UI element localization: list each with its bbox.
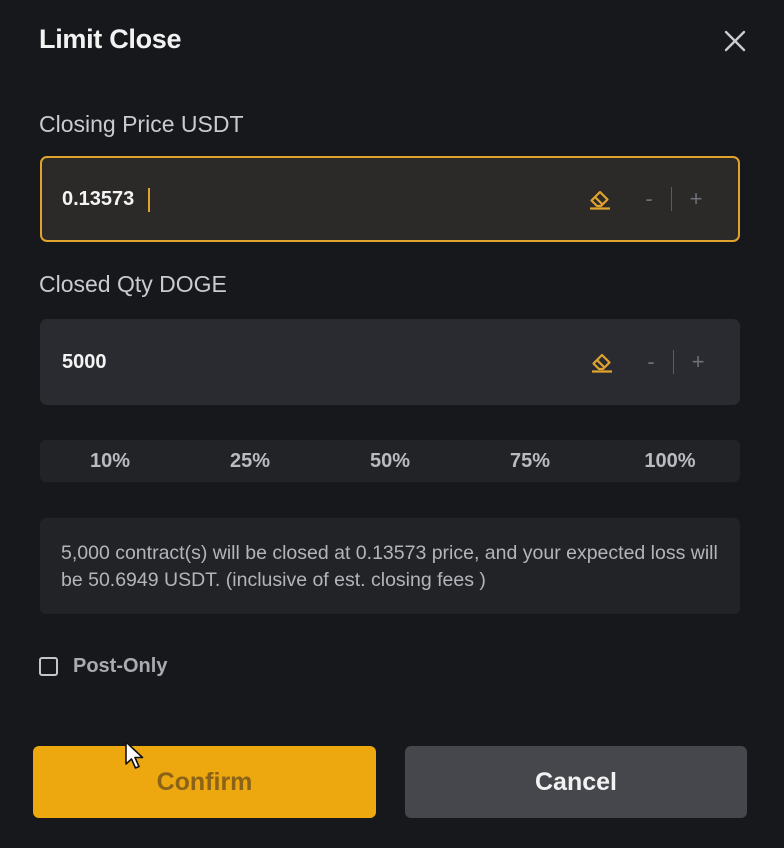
stepper-divider — [671, 187, 672, 211]
stepper-divider — [673, 350, 674, 374]
confirm-button[interactable]: Confirm — [33, 746, 376, 818]
closing-price-label: Closing Price USDT — [39, 111, 244, 137]
closed-qty-input[interactable] — [62, 319, 542, 405]
percentage-selector: 10% 25% 50% 75% 100% — [40, 440, 740, 482]
qty-decrease-button[interactable]: - — [641, 349, 661, 375]
closed-qty-label: Closed Qty DOGE — [39, 271, 227, 297]
qty-clear-button[interactable] — [589, 349, 615, 375]
price-increase-button[interactable]: + — [686, 186, 706, 212]
post-only-label: Post-Only — [73, 655, 168, 677]
closing-price-field: - + — [40, 156, 740, 242]
eraser-icon — [592, 353, 612, 373]
close-button[interactable] — [718, 24, 752, 58]
pct-100-button[interactable]: 100% — [600, 440, 740, 482]
closed-qty-field: - + — [40, 319, 740, 405]
price-clear-button[interactable] — [587, 186, 613, 212]
mouse-pointer-icon — [125, 741, 144, 769]
eraser-icon — [590, 190, 610, 210]
close-summary-info: 5,000 contract(s) will be closed at 0.13… — [40, 518, 740, 614]
text-caret — [148, 188, 150, 212]
qty-increase-button[interactable]: + — [688, 349, 708, 375]
pct-10-button[interactable]: 10% — [40, 440, 180, 482]
post-only-checkbox[interactable] — [39, 657, 58, 676]
close-icon — [724, 30, 746, 52]
post-only-option[interactable]: Post-Only — [39, 655, 167, 678]
dialog-title: Limit Close — [39, 24, 182, 54]
cancel-button[interactable]: Cancel — [405, 746, 747, 818]
price-decrease-button[interactable]: - — [639, 186, 659, 212]
pct-50-button[interactable]: 50% — [320, 440, 460, 482]
price-controls: - + — [587, 158, 738, 240]
pct-75-button[interactable]: 75% — [460, 440, 600, 482]
pct-25-button[interactable]: 25% — [180, 440, 320, 482]
closing-price-input[interactable] — [62, 158, 542, 240]
limit-close-dialog: Limit Close Closing Price USDT - + Close… — [0, 0, 784, 848]
qty-controls: - + — [589, 319, 740, 405]
